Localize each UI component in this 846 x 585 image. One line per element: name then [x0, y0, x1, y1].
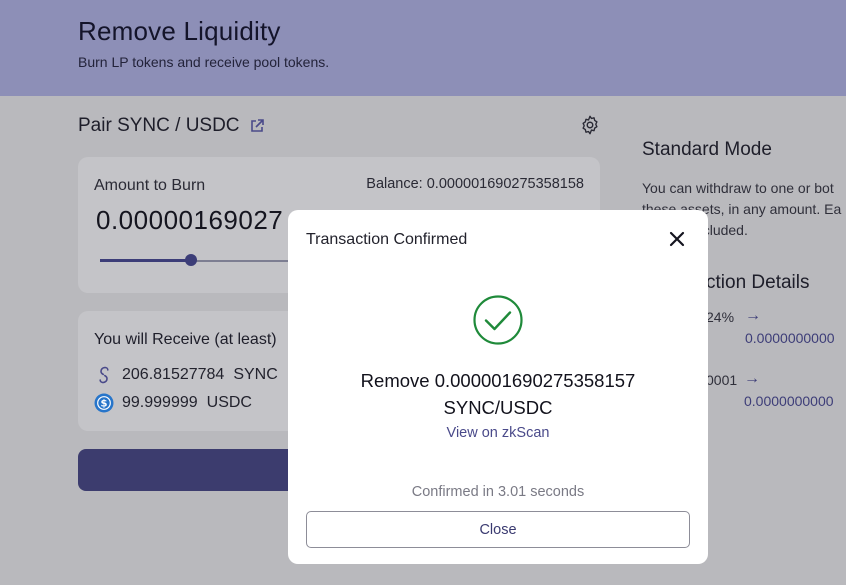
- close-icon[interactable]: [668, 230, 686, 248]
- receive-amount: 206.81527784: [122, 366, 225, 383]
- detail-label: 0001: [706, 372, 738, 388]
- burn-slider-thumb[interactable]: [185, 254, 197, 266]
- usdc-token-icon: $: [94, 393, 114, 413]
- receive-label: You will Receive (at least): [94, 331, 277, 348]
- receive-symbol: SYNC: [233, 366, 278, 383]
- close-button[interactable]: Close: [306, 511, 690, 548]
- sync-token-icon: [99, 366, 109, 384]
- gear-icon[interactable]: [579, 114, 601, 136]
- arrow-right-icon: →: [745, 307, 761, 324]
- receive-token-row: 206.81527784 SYNC: [94, 365, 278, 385]
- standard-mode-title: Standard Mode: [642, 139, 772, 160]
- burn-amount-input[interactable]: 0.00000169027: [96, 205, 283, 236]
- amount-to-burn-label: Amount to Burn: [94, 177, 206, 194]
- receive-symbol: USDC: [206, 394, 252, 411]
- confirmed-time-text: Confirmed in 3.01 seconds: [411, 484, 585, 500]
- detail-value: 0.0000000000: [744, 393, 834, 409]
- page-header: Remove Liquidity Burn LP tokens and rece…: [0, 0, 846, 96]
- transaction-confirmed-modal: Transaction Confirmed Remove 0.000001690…: [288, 210, 708, 564]
- balance-text: Balance: 0.000001690275358158: [366, 176, 584, 192]
- receive-amount: 99.999999: [122, 394, 198, 411]
- receive-token-row: $ 99.999999 USDC: [94, 393, 252, 413]
- detail-label: 24%: [706, 309, 735, 325]
- transaction-details-title: ction Details: [706, 272, 810, 293]
- view-on-zkscan-link[interactable]: View on zkScan: [288, 425, 708, 441]
- svg-text:$: $: [101, 399, 108, 410]
- burn-slider-fill: [100, 259, 191, 262]
- detail-value: 0.0000000000: [745, 330, 835, 346]
- confirmation-message: Remove 0.000001690275358157: [360, 370, 636, 391]
- external-link-icon[interactable]: [249, 118, 265, 134]
- modal-title: Transaction Confirmed: [306, 231, 468, 248]
- confirmation-pair: SYNC/USDC: [443, 397, 553, 418]
- description-line: You can withdraw to one or bot: [642, 180, 834, 196]
- check-circle-icon: [473, 295, 523, 345]
- page-subtitle: Burn LP tokens and receive pool tokens.: [78, 54, 330, 70]
- arrow-right-icon: →: [744, 370, 760, 387]
- page-title: Remove Liquidity: [78, 16, 281, 46]
- pair-title: Pair SYNC / USDC: [78, 115, 240, 136]
